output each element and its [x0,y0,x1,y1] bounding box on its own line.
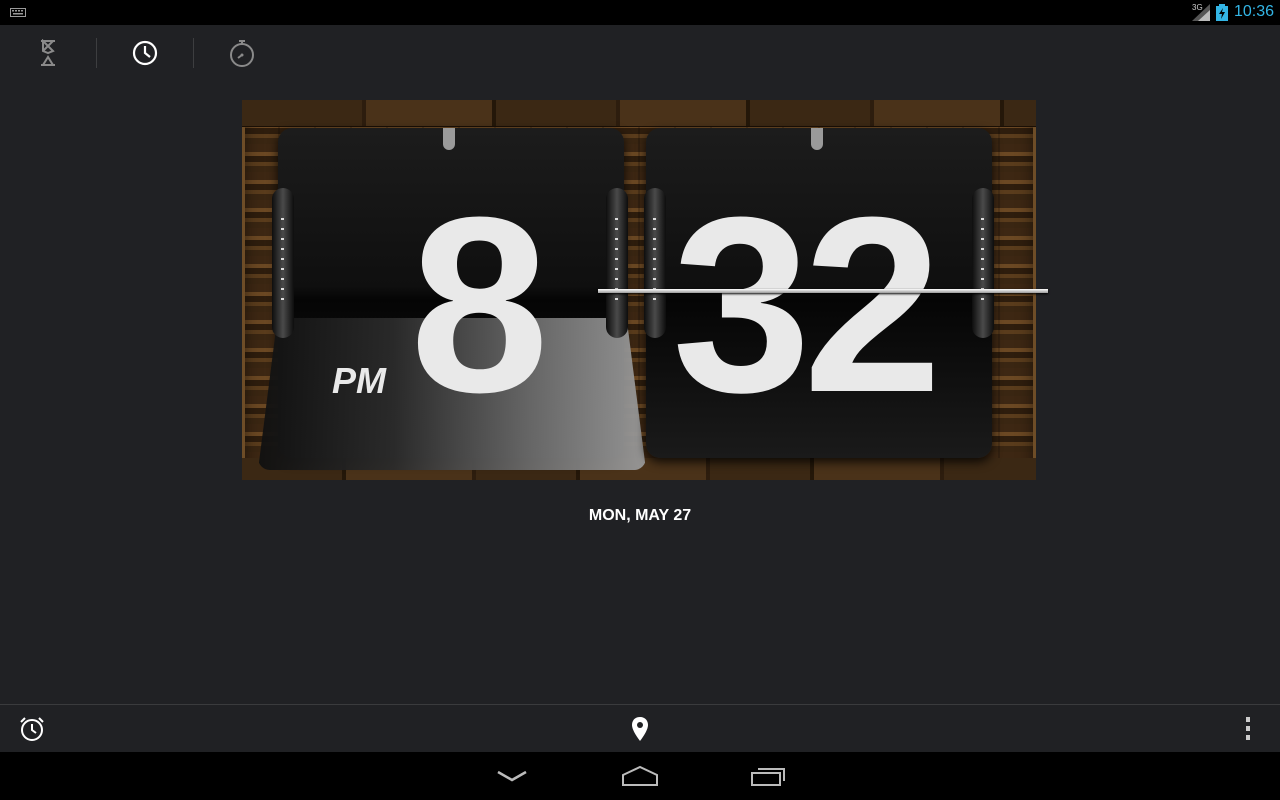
tab-clock[interactable] [125,33,165,73]
flip-ring-right [972,188,994,338]
recent-apps-icon [751,768,785,786]
minute-digits: 32 [672,165,942,444]
alarm-button[interactable] [16,713,48,745]
flip-clock-widget[interactable]: 8 PM 32 [242,100,1048,480]
battery-charging-icon [1216,4,1228,21]
home-icon [622,765,658,786]
location-pin-icon [632,717,648,741]
card-clip [443,128,455,150]
flip-ring-middle [606,188,628,338]
cities-button[interactable] [624,713,656,745]
back-icon [497,770,527,782]
alarm-clock-icon [20,717,44,741]
flip-ring-middle [644,188,666,338]
tab-timer[interactable] [28,33,68,73]
status-time: 10:36 [1234,3,1275,20]
back-button[interactable] [488,760,536,792]
clock-icon [132,40,158,66]
wood-frame-top [242,100,1036,127]
overflow-menu-button[interactable] [1232,713,1264,745]
am-pm-label: PM [332,360,386,401]
flip-axle [598,289,1048,293]
status-bar: 3G 10:36 [0,0,1280,25]
flip-ring-left [272,188,294,338]
stopwatch-icon [230,40,254,67]
hour-digit: 8 [410,165,549,444]
home-button[interactable] [616,760,664,792]
signal-icon [1192,4,1210,21]
recent-apps-button[interactable] [744,760,792,792]
hourglass-icon [41,39,55,66]
bottom-action-bar [0,704,1280,753]
card-clip [811,128,823,150]
keyboard-icon [10,8,26,17]
date-label: MON, MAY 27 [588,507,692,524]
tab-divider [96,38,97,68]
tab-stopwatch[interactable] [222,33,262,73]
navigation-bar [0,752,1280,800]
overflow-menu-icon [1246,717,1250,740]
tab-divider [193,38,194,68]
